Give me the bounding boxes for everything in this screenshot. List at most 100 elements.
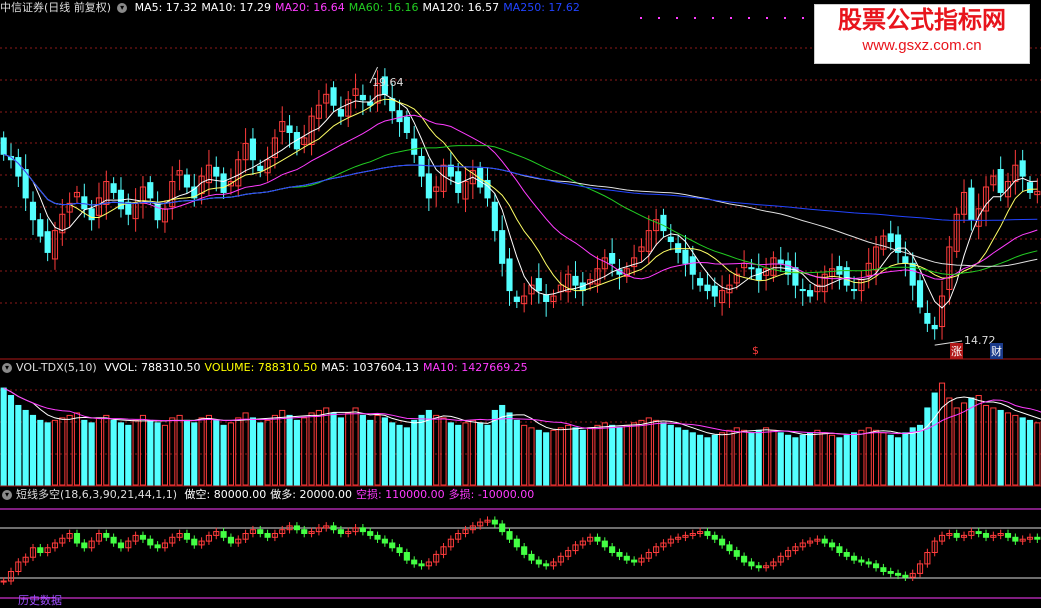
volume-bar (323, 407, 330, 486)
candle (909, 262, 916, 286)
volume-bar (829, 434, 836, 486)
volume-bar (161, 424, 169, 486)
volume-bar (785, 434, 792, 486)
volume-legend-0: VVOL: 788310.50 (104, 361, 201, 374)
oscillator-candle (535, 559, 542, 565)
volume-bar (235, 417, 242, 486)
volume-bar (836, 437, 843, 486)
volume-bar (638, 419, 645, 486)
volume-bar (880, 432, 887, 486)
oscillator-candle (418, 563, 425, 567)
candle (660, 214, 667, 232)
volume-bar (154, 422, 161, 486)
volume-bar (15, 404, 22, 486)
oscillator-candle (601, 540, 608, 548)
volume-bar (953, 407, 960, 486)
series-dot (802, 17, 804, 19)
oscillator-candle (521, 546, 528, 555)
oscillator-candle (748, 561, 755, 567)
volume-bar (1004, 412, 1012, 486)
cai-marker[interactable]: 财 (990, 343, 1003, 359)
candle (748, 267, 755, 270)
volume-bar (257, 422, 264, 486)
oscillator-panel-header: ▾ 短线多空(18,6,3,90,21,44,1,1) 做空: 80000.00 做… (0, 487, 542, 503)
oscillator-candle (227, 536, 234, 544)
volume-bar (938, 382, 946, 486)
volume-bar (946, 397, 953, 486)
volume-bar (88, 422, 95, 486)
oscillator-candle (183, 533, 191, 540)
settings-icon[interactable]: ▾ (2, 490, 12, 500)
volume-bar (51, 419, 59, 486)
oscillator-candle (1004, 533, 1012, 538)
candle (337, 109, 344, 117)
volume-bar (711, 434, 718, 486)
volume-bar (440, 417, 447, 486)
candle (968, 187, 975, 221)
volume-bar (521, 424, 528, 486)
candle (213, 166, 220, 177)
volume-bar (587, 427, 594, 486)
price-panel-header: 中信证券(日线 前复权) ▾ MA5: 17.32 MA10: 17.29 MA20:… (0, 0, 588, 16)
volume-bar (697, 434, 704, 486)
price-legend-3: MA60: 16.16 (348, 1, 419, 14)
volume-bar (176, 414, 183, 486)
volume-bar (220, 424, 227, 486)
volume-legend-2: MA5: 1037604.13 (321, 361, 419, 374)
oscillator-candle (191, 538, 198, 546)
volume-bar (733, 427, 740, 486)
volume-bar (293, 419, 300, 486)
volume-bar (330, 412, 337, 486)
volume-bar (770, 429, 777, 486)
volume-bar (469, 419, 476, 486)
candle (543, 294, 550, 302)
high-price-label: 19.64 (372, 76, 404, 89)
oscillator-candle (894, 572, 902, 576)
volume-bar (198, 417, 205, 486)
volume-bar (616, 427, 623, 486)
price-legend-0: MA5: 17.32 (134, 1, 198, 14)
dollar-marker[interactable]: $ (752, 344, 759, 357)
oscillator-legend-0: 做空: 80000.00 (184, 488, 267, 501)
oscillator-candle (264, 533, 271, 538)
candle (37, 219, 44, 237)
oscillator-candle (711, 534, 718, 540)
oscillator-candle (982, 533, 990, 538)
oscillator-candle (411, 559, 418, 565)
zhang-marker[interactable]: 涨 (950, 343, 963, 359)
volume-bar (73, 412, 81, 486)
price-legend-5: MA250: 17.62 (503, 1, 580, 14)
volume-bar (139, 414, 147, 486)
settings-icon[interactable]: ▾ (117, 3, 128, 13)
oscillator-legend-3: 多损: -10000.00 (448, 488, 535, 501)
candle (491, 201, 498, 232)
oscillator-candle (381, 538, 388, 544)
volume-bar (352, 407, 359, 486)
candle (249, 138, 256, 161)
settings-icon[interactable]: ▾ (2, 363, 12, 373)
stock-chart-canvas[interactable] (0, 0, 1041, 604)
history-data-label[interactable]: 历史数据 (18, 592, 62, 608)
volume-bar (623, 424, 630, 486)
oscillator-legend-2: 空损: 110000.00 (355, 488, 445, 501)
volume-bar (367, 419, 374, 486)
oscillator-candle (110, 536, 117, 544)
volume-bar (894, 437, 902, 486)
oscillator-candle (513, 538, 520, 548)
volume-bar (418, 414, 425, 486)
oscillator-candle (719, 538, 726, 546)
candle (411, 138, 418, 155)
volume-bar (814, 429, 821, 486)
volume-bar (763, 427, 770, 486)
candle (777, 259, 784, 264)
oscillator-candle (257, 529, 264, 535)
volume-bar (59, 417, 66, 486)
candle (711, 285, 718, 297)
oscillator-candle (953, 533, 960, 538)
volume-bar (755, 429, 762, 486)
volume-bar (359, 414, 366, 486)
oscillator-candle (506, 531, 513, 540)
volume-bar (169, 417, 176, 486)
series-dot (658, 17, 660, 19)
watermark-url: www.gsxz.com.cn (862, 37, 982, 54)
